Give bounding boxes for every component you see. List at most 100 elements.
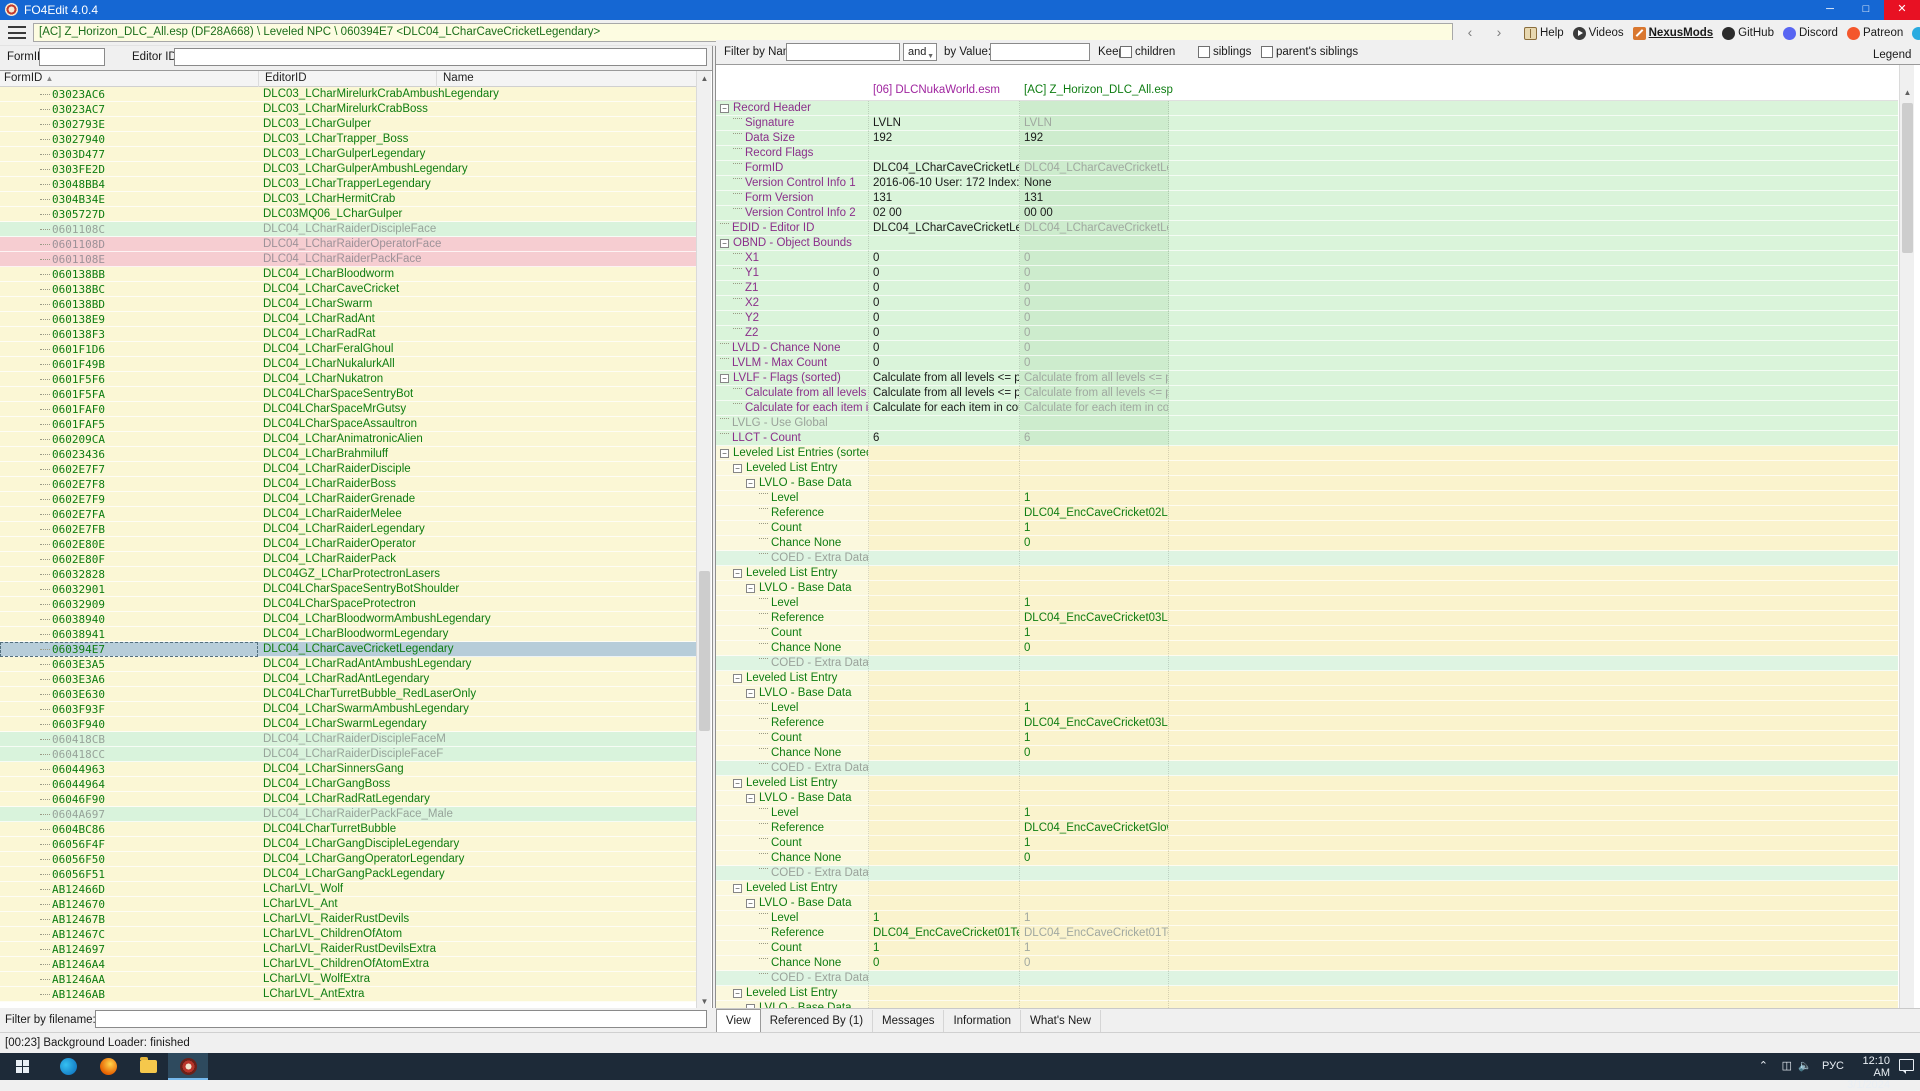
checkbox-icon[interactable] — [1198, 46, 1210, 58]
field-row[interactable]: ReferenceDLC04_EncCaveCricket01Templa...… — [716, 926, 1898, 941]
field-row[interactable]: Level11 — [716, 911, 1898, 926]
table-row[interactable]: 0603E630DLC04LCharTurretBubble_RedLaserO… — [0, 687, 696, 702]
taskbar-clock[interactable]: 12:10 AM 3/1/2024 — [1847, 1055, 1890, 1091]
field-row[interactable]: −LVLO - Base Data — [716, 896, 1898, 911]
field-row[interactable]: COED - Extra Data — [716, 866, 1898, 881]
table-row[interactable]: 060418CCDLC04_LCharRaiderDiscipleFaceF — [0, 747, 696, 762]
checkbox-icon[interactable] — [1120, 46, 1132, 58]
table-row[interactable]: 0302793EDLC03_LCharGulper — [0, 117, 696, 132]
table-row[interactable]: 0601108DDLC04_LCharRaiderOperatorFace — [0, 237, 696, 252]
table-row[interactable]: 0304B34EDLC03_LCharHermitCrab — [0, 192, 696, 207]
tree-column-header[interactable]: FormID ▲ EditorID Name — [0, 71, 696, 87]
field-row[interactable]: FormIDDLC04_LCharCaveCricketLegend...DLC… — [716, 161, 1898, 176]
editorid-input[interactable] — [174, 48, 707, 66]
field-row[interactable]: Chance None0 — [716, 746, 1898, 761]
field-row[interactable]: Chance None0 — [716, 536, 1898, 551]
table-row[interactable]: 0602E7F8DLC04_LCharRaiderBoss — [0, 477, 696, 492]
right-scrollbar-thumb[interactable] — [1902, 103, 1913, 253]
field-row[interactable]: Level1 — [716, 596, 1898, 611]
table-row[interactable]: AB1246A4LCharLVL_ChildrenOfAtomExtra — [0, 957, 696, 972]
field-row[interactable]: LVLD - Chance None00 — [716, 341, 1898, 356]
table-row[interactable]: 0303FE2DDLC03_LCharGulperAmbushLegendary — [0, 162, 696, 177]
table-row[interactable]: AB1246ABLCharLVL_AntExtra — [0, 987, 696, 1002]
right-scrollbar[interactable]: ▲ ▼ — [1899, 65, 1914, 1026]
table-row[interactable]: 0601FAF5DLC04LCharSpaceAssaultron — [0, 417, 696, 432]
keep-siblings-checkbox[interactable]: siblings — [1198, 46, 1251, 58]
table-row[interactable]: AB124697LCharLVL_RaiderRustDevilsExtra — [0, 942, 696, 957]
table-row[interactable]: 0603F940DLC04_LCharSwarmLegendary — [0, 717, 696, 732]
speaker-icon[interactable]: 🔈 — [1798, 1059, 1812, 1072]
field-row[interactable]: Z200 — [716, 326, 1898, 341]
table-row[interactable]: 0601108EDLC04_LCharRaiderPackFace — [0, 252, 696, 267]
field-row[interactable]: −LVLO - Base Data — [716, 581, 1898, 596]
table-row[interactable]: AB12466DLCharLVL_Wolf — [0, 882, 696, 897]
tab-messages[interactable]: Messages — [873, 1010, 944, 1033]
collapse-icon[interactable]: − — [746, 689, 755, 698]
column-plugin-ac[interactable]: [AC] Z_Horizon_DLC_All.esp — [1024, 84, 1173, 96]
field-row[interactable]: −Leveled List Entry — [716, 776, 1898, 791]
table-row[interactable]: 060209CADLC04_LCharAnimatronicAlien — [0, 432, 696, 447]
field-row[interactable]: Form Version131131 — [716, 191, 1898, 206]
table-row[interactable]: 06044964DLC04_LCharGangBoss — [0, 777, 696, 792]
field-row[interactable]: −Leveled List Entry — [716, 566, 1898, 581]
field-row[interactable]: ReferenceDLC04_EncCaveCricket03Legend... — [716, 716, 1898, 731]
field-row[interactable]: Version Control Info 12016-06-10 User: 1… — [716, 176, 1898, 191]
collapse-icon[interactable]: − — [733, 569, 742, 578]
left-scrollbar[interactable]: ▲ ▼ — [696, 71, 711, 1009]
field-row[interactable]: Data Size192192 — [716, 131, 1898, 146]
field-row[interactable]: COED - Extra Data — [716, 656, 1898, 671]
table-row[interactable]: 0602E80EDLC04_LCharRaiderOperator — [0, 537, 696, 552]
filter-name-input[interactable] — [786, 43, 900, 61]
checkbox-icon[interactable] — [1261, 46, 1273, 58]
field-row[interactable]: Level1 — [716, 701, 1898, 716]
grid-header-row[interactable]: [06] DLCNukaWorld.esm [AC] Z_Horizon_DLC… — [716, 65, 1898, 101]
table-row[interactable]: 06056F50DLC04_LCharGangOperatorLegendary — [0, 852, 696, 867]
field-row[interactable]: EDID - Editor IDDLC04_LCharCaveCricketLe… — [716, 221, 1898, 236]
collapse-icon[interactable]: − — [733, 779, 742, 788]
table-row[interactable]: 0601F1D6DLC04_LCharFeralGhoul — [0, 342, 696, 357]
table-row[interactable]: AB124670LCharLVL_Ant — [0, 897, 696, 912]
table-row[interactable]: 0602E7F9DLC04_LCharRaiderGrenade — [0, 492, 696, 507]
field-row[interactable]: −LVLO - Base Data — [716, 686, 1898, 701]
table-row[interactable]: 0602E7F7DLC04_LCharRaiderDisciple — [0, 462, 696, 477]
table-row[interactable]: 0602E7FADLC04_LCharRaiderMelee — [0, 507, 696, 522]
table-row[interactable]: 06032828DLC04GZ_LCharProtectronLasers — [0, 567, 696, 582]
formid-input[interactable] — [39, 48, 105, 66]
table-row[interactable]: 06032909DLC04LCharSpaceProtectron — [0, 597, 696, 612]
field-row[interactable]: Calculate for each item i...Calculate fo… — [716, 401, 1898, 416]
table-row[interactable]: 0601FAF0DLC04LCharSpaceMrGutsy — [0, 402, 696, 417]
column-editorid[interactable]: EditorID — [265, 72, 307, 84]
field-row[interactable]: −LVLF - Flags (sorted)Calculate from all… — [716, 371, 1898, 386]
nexusmods-link[interactable]: NexusMods — [1633, 27, 1714, 40]
table-row[interactable]: 03048BB4DLC03_LCharTrapperLegendary — [0, 177, 696, 192]
table-row[interactable]: 060138F3DLC04_LCharRadRat — [0, 327, 696, 342]
hamburger-menu-icon[interactable] — [8, 26, 26, 39]
field-row[interactable]: Count11 — [716, 941, 1898, 956]
collapse-icon[interactable]: − — [733, 989, 742, 998]
table-row[interactable]: 0601F5F6DLC04_LCharNukatron — [0, 372, 696, 387]
field-row[interactable]: LVLG - Use Global — [716, 416, 1898, 431]
field-row[interactable]: Chance None0 — [716, 851, 1898, 866]
collapse-icon[interactable]: − — [720, 104, 729, 113]
taskbar-firefox-button[interactable] — [88, 1053, 128, 1080]
field-row[interactable]: Record Flags — [716, 146, 1898, 161]
table-row[interactable]: 060418CBDLC04_LCharRaiderDiscipleFaceM — [0, 732, 696, 747]
taskbar-edge-button[interactable] — [48, 1053, 88, 1080]
field-row[interactable]: −LVLO - Base Data — [716, 791, 1898, 806]
table-row[interactable]: 0602E7FBDLC04_LCharRaiderLegendary — [0, 522, 696, 537]
minimize-button[interactable]: ─ — [1812, 0, 1848, 20]
network-icon[interactable]: ◫ — [1782, 1059, 1792, 1072]
collapse-icon[interactable]: − — [733, 884, 742, 893]
close-button[interactable]: ✕ — [1884, 0, 1920, 20]
field-row[interactable]: −OBND - Object Bounds — [716, 236, 1898, 251]
table-row[interactable]: 06044963DLC04_LCharSinnersGang — [0, 762, 696, 777]
table-row[interactable]: 03023AC6DLC03_LCharMirelurkCrabAmbushLeg… — [0, 87, 696, 102]
scroll-down-icon[interactable]: ▼ — [697, 994, 712, 1009]
table-row[interactable]: 0604A697DLC04_LCharRaiderPackFace_Male — [0, 807, 696, 822]
collapse-icon[interactable]: − — [733, 674, 742, 683]
field-row[interactable]: Y100 — [716, 266, 1898, 281]
table-row[interactable]: AB1246AALCharLVL_WolfExtra — [0, 972, 696, 987]
column-formid[interactable]: FormID — [4, 72, 42, 84]
field-row[interactable]: Count1 — [716, 521, 1898, 536]
field-row[interactable]: Count1 — [716, 731, 1898, 746]
